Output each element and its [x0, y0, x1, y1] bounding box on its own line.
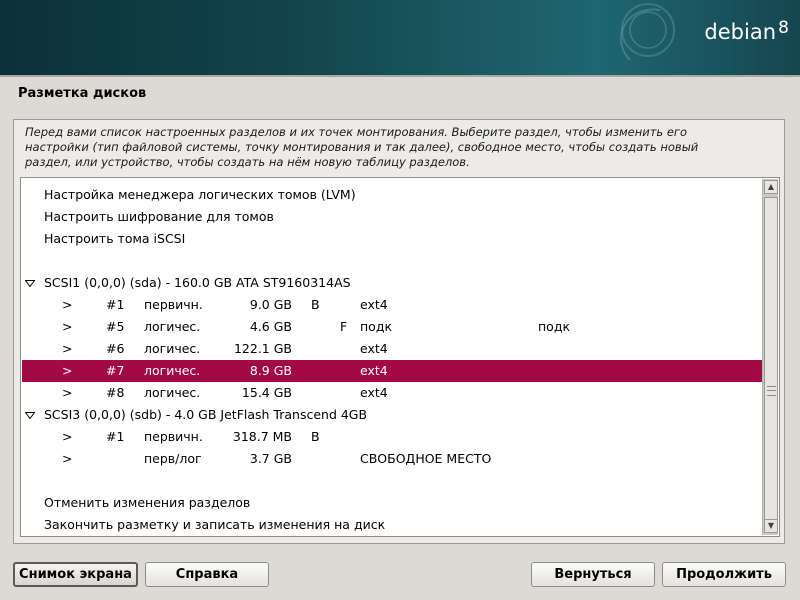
partition-number: #7: [106, 363, 125, 378]
partition-type: логичес.: [144, 363, 201, 378]
partition-row[interactable]: > #8 логичес. 15.4 GB ext4: [22, 382, 762, 404]
brand-version: 8: [778, 18, 789, 38]
expand-arrow-icon: >: [62, 297, 73, 312]
partition-number: #1: [106, 297, 125, 312]
list-item-finish[interactable]: Закончить разметку и записать изменения …: [22, 514, 762, 536]
mount-point: подк: [538, 319, 571, 334]
format-flag: F: [340, 319, 348, 334]
boot-flag: B: [311, 429, 320, 444]
filesystem: подк: [360, 319, 393, 334]
scroll-grip-icon: [767, 386, 776, 396]
partition-size: 122.1 GB: [233, 341, 292, 356]
partition-size: 9.0 GB: [249, 297, 292, 312]
boot-flag: B: [311, 297, 320, 312]
partition-number: #6: [106, 341, 125, 356]
list-item-label: Настроить шифрование для томов: [44, 209, 274, 224]
list-item-encryption[interactable]: Настроить шифрование для томов: [22, 206, 762, 228]
partition-size: 4.6 GB: [249, 319, 292, 334]
partition-size: 8.9 GB: [249, 363, 292, 378]
partition-row[interactable]: > #6 логичес. 122.1 GB ext4: [22, 338, 762, 360]
scrollbar-thumb[interactable]: [764, 197, 778, 527]
screenshot-button[interactable]: Снимок экрана: [13, 562, 138, 587]
list-item-label: Отменить изменения разделов: [44, 495, 251, 510]
filesystem: ext4: [360, 363, 388, 378]
expand-arrow-icon: >: [62, 385, 73, 400]
partition-type: первичн.: [144, 297, 203, 312]
header-banner: debian 8: [0, 0, 800, 75]
header-divider: [0, 75, 800, 77]
help-line: настройки (тип файловой системы, точку м…: [25, 140, 699, 154]
list-item-undo[interactable]: Отменить изменения разделов: [22, 492, 762, 514]
debian-swirl-logo: [620, 3, 675, 61]
filesystem: СВОБОДНОЕ МЕСТО: [360, 451, 492, 466]
device-row-sda[interactable]: SCSI1 (0,0,0) (sda) - 160.0 GB ATA ST916…: [22, 272, 762, 294]
page-title: Разметка дисков: [18, 86, 147, 101]
scroll-up-icon[interactable]: ▲: [764, 180, 778, 194]
continue-button[interactable]: Продолжить: [662, 562, 786, 587]
partition-number: #5: [106, 319, 125, 334]
partition-size: 318.7 MB: [232, 429, 292, 444]
expand-triangle-icon: [25, 412, 35, 419]
partition-type: первичн.: [144, 429, 203, 444]
partition-size: 3.7 GB: [249, 451, 292, 466]
partition-number: #8: [106, 385, 125, 400]
list-item-label: Закончить разметку и записать изменения …: [44, 517, 386, 532]
expand-arrow-icon: >: [62, 429, 73, 444]
help-line: раздел, или устройство, чтобы создать на…: [25, 155, 470, 169]
partition-row[interactable]: > #1 первичн. 9.0 GB B ext4: [22, 294, 762, 316]
device-label: SCSI3 (0,0,0) (sdb) - 4.0 GB JetFlash Tr…: [44, 407, 368, 422]
filesystem: ext4: [360, 341, 388, 356]
help-button[interactable]: Справка: [145, 562, 269, 587]
scroll-down-icon[interactable]: ▼: [764, 519, 778, 533]
partition-type: логичес.: [144, 319, 201, 334]
list-item-label: Настройка менеджера логических томов (LV…: [44, 187, 356, 202]
device-label: SCSI1 (0,0,0) (sda) - 160.0 GB ATA ST916…: [44, 275, 351, 290]
list-item-lvm[interactable]: Настройка менеджера логических томов (LV…: [22, 184, 762, 206]
list-item-label: Настроить тома iSCSI: [44, 231, 186, 246]
list-scrollbar[interactable]: ▲ ▼: [762, 179, 778, 535]
expand-arrow-icon: >: [62, 451, 73, 466]
expand-triangle-icon: [25, 280, 35, 287]
expand-arrow-icon: >: [62, 363, 73, 378]
partition-list[interactable]: · · · · Настройка менеджера логических т…: [20, 177, 780, 537]
partition-row[interactable]: > #5 логичес. 4.6 GB F подк подк: [22, 316, 762, 338]
partition-row-selected[interactable]: > #7 логичес. 8.9 GB ext4: [22, 360, 762, 382]
expand-arrow-icon: >: [62, 341, 73, 356]
device-row-sdb[interactable]: SCSI3 (0,0,0) (sdb) - 4.0 GB JetFlash Tr…: [22, 404, 762, 426]
help-line: Перед вами список настроенных разделов и…: [25, 125, 688, 139]
back-button[interactable]: Вернуться: [531, 562, 655, 587]
partition-number: #1: [106, 429, 125, 444]
brand-name: debian: [704, 20, 776, 44]
partition-size: 15.4 GB: [241, 385, 292, 400]
help-text: Перед вами список настроенных разделов и…: [25, 125, 775, 170]
partition-type: логичес.: [144, 341, 201, 356]
list-item-iscsi[interactable]: Настроить тома iSCSI: [22, 228, 762, 250]
filesystem: ext4: [360, 297, 388, 312]
filesystem: ext4: [360, 385, 388, 400]
partition-type: логичес.: [144, 385, 201, 400]
brand-logo: debian 8: [704, 18, 789, 44]
partition-row[interactable]: > #1 первичн. 318.7 MB B: [22, 426, 762, 448]
expand-arrow-icon: >: [62, 319, 73, 334]
scrolled-row-fragment: · · · ·: [149, 178, 209, 180]
free-space-row[interactable]: > перв/лог 3.7 GB СВОБОДНОЕ МЕСТО: [22, 448, 762, 470]
partition-type: перв/лог: [144, 451, 202, 466]
